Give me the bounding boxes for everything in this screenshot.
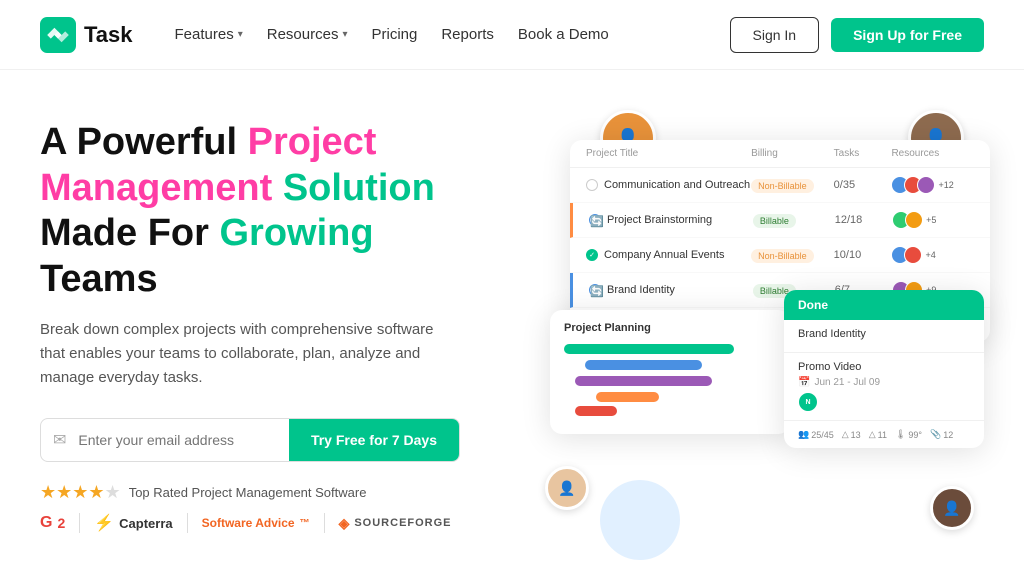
- navbar: Task Features ▾ Resources ▾ Pricing Repo…: [0, 0, 1024, 70]
- gantt-bar-orange: [596, 392, 660, 402]
- gantt-bar-row: [564, 344, 776, 354]
- table-row: 🔄 Project Brainstorming Billable 12/18 +…: [570, 203, 990, 238]
- done-header: Done: [784, 290, 984, 320]
- status-circle: 🔄: [589, 284, 601, 296]
- nav-features[interactable]: Features ▾: [165, 20, 253, 49]
- nav-pricing[interactable]: Pricing: [361, 20, 427, 49]
- badges-row: G 2 ⚡ Capterra Software Advice ™ ◈ SOURC…: [40, 513, 500, 533]
- nav-reports[interactable]: Reports: [431, 20, 504, 49]
- nav-links: Features ▾ Resources ▾ Pricing Reports B…: [165, 20, 619, 49]
- chevron-down-icon: ▾: [342, 29, 347, 40]
- avatar: [904, 246, 922, 264]
- gantt-bar-red: [575, 406, 617, 416]
- status-circle: ✓: [586, 249, 598, 261]
- table-row: ✓ Company Annual Events Non-Billable 10/…: [570, 238, 990, 273]
- table-row: Communication and Outreach Non-Billable …: [570, 168, 990, 203]
- email-icon: ✉: [41, 430, 78, 450]
- logo-text: Task: [84, 22, 133, 48]
- logo[interactable]: Task: [40, 17, 133, 53]
- divider: [324, 513, 325, 533]
- email-input[interactable]: [78, 419, 289, 461]
- done-item: Promo Video 📅 Jun 21 - Jul 09 N: [784, 353, 984, 421]
- email-form: ✉ Try Free for 7 Days: [40, 418, 460, 462]
- gantt-bar-green: [564, 344, 734, 354]
- badge-g2: G 2: [40, 514, 65, 532]
- divider: [79, 513, 80, 533]
- float-avatar-5: 👤: [545, 466, 589, 510]
- divider: [187, 513, 188, 533]
- done-item: Brand Identity: [784, 320, 984, 353]
- nav-right: Sign In Sign Up for Free: [730, 17, 985, 53]
- status-circle: 🔄: [589, 214, 601, 226]
- logo-icon: [40, 17, 76, 53]
- sourceforge-icon: ◈: [339, 515, 350, 532]
- capterra-icon: ⚡: [94, 513, 114, 533]
- float-avatar-4: 👤: [930, 486, 974, 530]
- badge-software-advice: Software Advice ™: [202, 516, 310, 530]
- gantt-bar-blue: [585, 360, 702, 370]
- hero-subtitle: Break down complex projects with compreh…: [40, 318, 440, 390]
- nav-left: Task Features ▾ Resources ▾ Pricing Repo…: [40, 17, 619, 53]
- db-header: Project Title Billing Tasks Resources: [570, 140, 990, 168]
- done-card: Done Brand Identity Promo Video 📅 Jun 21…: [784, 290, 984, 448]
- gantt-title: Project Planning: [564, 322, 776, 334]
- hero-section: A Powerful Project Management Solution M…: [0, 70, 1024, 566]
- billing-badge: Non-Billable: [751, 179, 814, 193]
- status-circle: [586, 179, 598, 191]
- deco-circle: [600, 480, 680, 560]
- stars-row: ★★★★★ Top Rated Project Management Softw…: [40, 482, 500, 503]
- signin-button[interactable]: Sign In: [730, 17, 820, 53]
- billing-badge: Non-Billable: [751, 249, 814, 263]
- chevron-down-icon: ▾: [238, 29, 243, 40]
- billing-badge: Billable: [753, 214, 796, 228]
- hero-right: 👤 👤 👤 👤 👤 Project Title Billing Tasks Re…: [540, 110, 984, 570]
- gantt-bar-purple: [575, 376, 713, 386]
- calendar-icon: 📅: [798, 377, 810, 388]
- gantt-bar-row: [564, 392, 776, 416]
- avatar: N: [798, 392, 818, 412]
- hero-heading: A Powerful Project Management Solution M…: [40, 120, 500, 302]
- rating-label: Top Rated Project Management Software: [129, 485, 367, 500]
- star-rating: ★★★★★: [40, 482, 121, 503]
- signup-button[interactable]: Sign Up for Free: [831, 18, 984, 52]
- gantt-bar-row: [564, 360, 776, 370]
- hero-left: A Powerful Project Management Solution M…: [40, 110, 500, 533]
- badge-capterra: ⚡ Capterra: [94, 513, 172, 533]
- nav-resources[interactable]: Resources ▾: [257, 20, 358, 49]
- badge-sourceforge: ◈ SOURCEFORGE: [339, 515, 452, 532]
- try-free-button[interactable]: Try Free for 7 Days: [289, 419, 459, 461]
- avatar: [905, 211, 923, 229]
- done-stats: 👥 25/45 △ 13 △ 11 🌡 99° 📎 12: [784, 421, 984, 448]
- gantt-card: Project Planning: [550, 310, 790, 434]
- gantt-bar-row: [564, 376, 776, 386]
- avatar: [917, 176, 935, 194]
- nav-book-demo[interactable]: Book a Demo: [508, 20, 619, 49]
